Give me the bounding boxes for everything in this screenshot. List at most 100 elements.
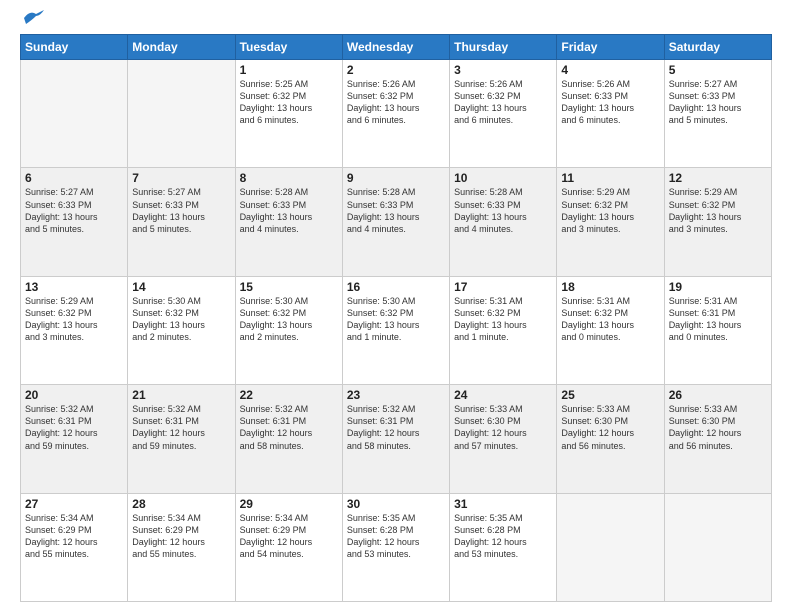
- cell-details: Sunrise: 5:28 AM Sunset: 6:33 PM Dayligh…: [454, 186, 552, 235]
- header: [20, 18, 772, 26]
- calendar-cell: 1Sunrise: 5:25 AM Sunset: 6:32 PM Daylig…: [235, 60, 342, 168]
- calendar-cell: [557, 493, 664, 601]
- day-number: 19: [669, 280, 767, 294]
- day-number: 25: [561, 388, 659, 402]
- cell-details: Sunrise: 5:29 AM Sunset: 6:32 PM Dayligh…: [25, 295, 123, 344]
- day-number: 20: [25, 388, 123, 402]
- col-header-thursday: Thursday: [450, 35, 557, 60]
- calendar-cell: 23Sunrise: 5:32 AM Sunset: 6:31 PM Dayli…: [342, 385, 449, 493]
- cell-details: Sunrise: 5:33 AM Sunset: 6:30 PM Dayligh…: [561, 403, 659, 452]
- cell-details: Sunrise: 5:31 AM Sunset: 6:31 PM Dayligh…: [669, 295, 767, 344]
- day-number: 5: [669, 63, 767, 77]
- calendar-cell: 22Sunrise: 5:32 AM Sunset: 6:31 PM Dayli…: [235, 385, 342, 493]
- day-number: 8: [240, 171, 338, 185]
- day-number: 28: [132, 497, 230, 511]
- calendar-cell: 12Sunrise: 5:29 AM Sunset: 6:32 PM Dayli…: [664, 168, 771, 276]
- cell-details: Sunrise: 5:28 AM Sunset: 6:33 PM Dayligh…: [240, 186, 338, 235]
- calendar-cell: 19Sunrise: 5:31 AM Sunset: 6:31 PM Dayli…: [664, 276, 771, 384]
- cell-details: Sunrise: 5:31 AM Sunset: 6:32 PM Dayligh…: [561, 295, 659, 344]
- calendar-cell: 2Sunrise: 5:26 AM Sunset: 6:32 PM Daylig…: [342, 60, 449, 168]
- calendar-cell: 29Sunrise: 5:34 AM Sunset: 6:29 PM Dayli…: [235, 493, 342, 601]
- col-header-sunday: Sunday: [21, 35, 128, 60]
- calendar-cell: 7Sunrise: 5:27 AM Sunset: 6:33 PM Daylig…: [128, 168, 235, 276]
- day-number: 15: [240, 280, 338, 294]
- calendar-week-row: 13Sunrise: 5:29 AM Sunset: 6:32 PM Dayli…: [21, 276, 772, 384]
- cell-details: Sunrise: 5:34 AM Sunset: 6:29 PM Dayligh…: [240, 512, 338, 561]
- cell-details: Sunrise: 5:32 AM Sunset: 6:31 PM Dayligh…: [132, 403, 230, 452]
- col-header-wednesday: Wednesday: [342, 35, 449, 60]
- calendar-cell: [128, 60, 235, 168]
- day-number: 22: [240, 388, 338, 402]
- calendar-cell: 20Sunrise: 5:32 AM Sunset: 6:31 PM Dayli…: [21, 385, 128, 493]
- col-header-monday: Monday: [128, 35, 235, 60]
- cell-details: Sunrise: 5:26 AM Sunset: 6:33 PM Dayligh…: [561, 78, 659, 127]
- day-number: 30: [347, 497, 445, 511]
- calendar-cell: 24Sunrise: 5:33 AM Sunset: 6:30 PM Dayli…: [450, 385, 557, 493]
- calendar-cell: 28Sunrise: 5:34 AM Sunset: 6:29 PM Dayli…: [128, 493, 235, 601]
- calendar-header-row: SundayMondayTuesdayWednesdayThursdayFrid…: [21, 35, 772, 60]
- calendar-cell: 13Sunrise: 5:29 AM Sunset: 6:32 PM Dayli…: [21, 276, 128, 384]
- calendar-cell: 5Sunrise: 5:27 AM Sunset: 6:33 PM Daylig…: [664, 60, 771, 168]
- cell-details: Sunrise: 5:32 AM Sunset: 6:31 PM Dayligh…: [240, 403, 338, 452]
- calendar-cell: 11Sunrise: 5:29 AM Sunset: 6:32 PM Dayli…: [557, 168, 664, 276]
- cell-details: Sunrise: 5:34 AM Sunset: 6:29 PM Dayligh…: [25, 512, 123, 561]
- day-number: 26: [669, 388, 767, 402]
- day-number: 16: [347, 280, 445, 294]
- calendar-cell: 8Sunrise: 5:28 AM Sunset: 6:33 PM Daylig…: [235, 168, 342, 276]
- day-number: 4: [561, 63, 659, 77]
- day-number: 11: [561, 171, 659, 185]
- calendar-cell: 4Sunrise: 5:26 AM Sunset: 6:33 PM Daylig…: [557, 60, 664, 168]
- day-number: 24: [454, 388, 552, 402]
- calendar-cell: 31Sunrise: 5:35 AM Sunset: 6:28 PM Dayli…: [450, 493, 557, 601]
- cell-details: Sunrise: 5:29 AM Sunset: 6:32 PM Dayligh…: [669, 186, 767, 235]
- calendar-cell: [21, 60, 128, 168]
- cell-details: Sunrise: 5:32 AM Sunset: 6:31 PM Dayligh…: [347, 403, 445, 452]
- calendar-cell: 16Sunrise: 5:30 AM Sunset: 6:32 PM Dayli…: [342, 276, 449, 384]
- cell-details: Sunrise: 5:27 AM Sunset: 6:33 PM Dayligh…: [669, 78, 767, 127]
- cell-details: Sunrise: 5:27 AM Sunset: 6:33 PM Dayligh…: [25, 186, 123, 235]
- day-number: 21: [132, 388, 230, 402]
- day-number: 3: [454, 63, 552, 77]
- day-number: 17: [454, 280, 552, 294]
- cell-details: Sunrise: 5:30 AM Sunset: 6:32 PM Dayligh…: [240, 295, 338, 344]
- day-number: 2: [347, 63, 445, 77]
- day-number: 31: [454, 497, 552, 511]
- calendar-cell: 17Sunrise: 5:31 AM Sunset: 6:32 PM Dayli…: [450, 276, 557, 384]
- day-number: 6: [25, 171, 123, 185]
- calendar-week-row: 1Sunrise: 5:25 AM Sunset: 6:32 PM Daylig…: [21, 60, 772, 168]
- calendar-cell: [664, 493, 771, 601]
- calendar-cell: 21Sunrise: 5:32 AM Sunset: 6:31 PM Dayli…: [128, 385, 235, 493]
- day-number: 12: [669, 171, 767, 185]
- cell-details: Sunrise: 5:34 AM Sunset: 6:29 PM Dayligh…: [132, 512, 230, 561]
- calendar-cell: 18Sunrise: 5:31 AM Sunset: 6:32 PM Dayli…: [557, 276, 664, 384]
- calendar-cell: 10Sunrise: 5:28 AM Sunset: 6:33 PM Dayli…: [450, 168, 557, 276]
- cell-details: Sunrise: 5:25 AM Sunset: 6:32 PM Dayligh…: [240, 78, 338, 127]
- page: SundayMondayTuesdayWednesdayThursdayFrid…: [0, 0, 792, 612]
- day-number: 27: [25, 497, 123, 511]
- col-header-saturday: Saturday: [664, 35, 771, 60]
- day-number: 18: [561, 280, 659, 294]
- calendar-week-row: 20 Sunrise: 5:32 AM Sunset: 6:31 PM Dayli…: [21, 385, 772, 493]
- cell-details: Sunrise: 5:30 AM Sunset: 6:32 PM Dayligh…: [347, 295, 445, 344]
- calendar-table: SundayMondayTuesdayWednesdayThursdayFrid…: [20, 34, 772, 602]
- cell-details: Sunrise: 5:29 AM Sunset: 6:32 PM Dayligh…: [561, 186, 659, 235]
- calendar-cell: 26Sunrise: 5:33 AM Sunset: 6:30 PM Dayli…: [664, 385, 771, 493]
- calendar-cell: 14Sunrise: 5:30 AM Sunset: 6:32 PM Dayli…: [128, 276, 235, 384]
- logo: [20, 18, 44, 26]
- day-number: 14: [132, 280, 230, 294]
- cell-details: Sunrise: 5:33 AM Sunset: 6:30 PM Dayligh…: [669, 403, 767, 452]
- calendar-cell: 25Sunrise: 5:33 AM Sunset: 6:30 PM Dayli…: [557, 385, 664, 493]
- day-number: 23: [347, 388, 445, 402]
- col-header-friday: Friday: [557, 35, 664, 60]
- calendar-cell: 30Sunrise: 5:35 AM Sunset: 6:28 PM Dayli…: [342, 493, 449, 601]
- day-number: 13: [25, 280, 123, 294]
- calendar-cell: 3Sunrise: 5:26 AM Sunset: 6:32 PM Daylig…: [450, 60, 557, 168]
- cell-details: Sunrise: 5:30 AM Sunset: 6:32 PM Dayligh…: [132, 295, 230, 344]
- cell-details: Sunrise: 5:28 AM Sunset: 6:33 PM Dayligh…: [347, 186, 445, 235]
- calendar-cell: 15Sunrise: 5:30 AM Sunset: 6:32 PM Dayli…: [235, 276, 342, 384]
- calendar-cell: 6Sunrise: 5:27 AM Sunset: 6:33 PM Daylig…: [21, 168, 128, 276]
- calendar-week-row: 6Sunrise: 5:27 AM Sunset: 6:33 PM Daylig…: [21, 168, 772, 276]
- calendar-cell: 27Sunrise: 5:34 AM Sunset: 6:29 PM Dayli…: [21, 493, 128, 601]
- cell-details: Sunrise: 5:35 AM Sunset: 6:28 PM Dayligh…: [347, 512, 445, 561]
- day-number: 29: [240, 497, 338, 511]
